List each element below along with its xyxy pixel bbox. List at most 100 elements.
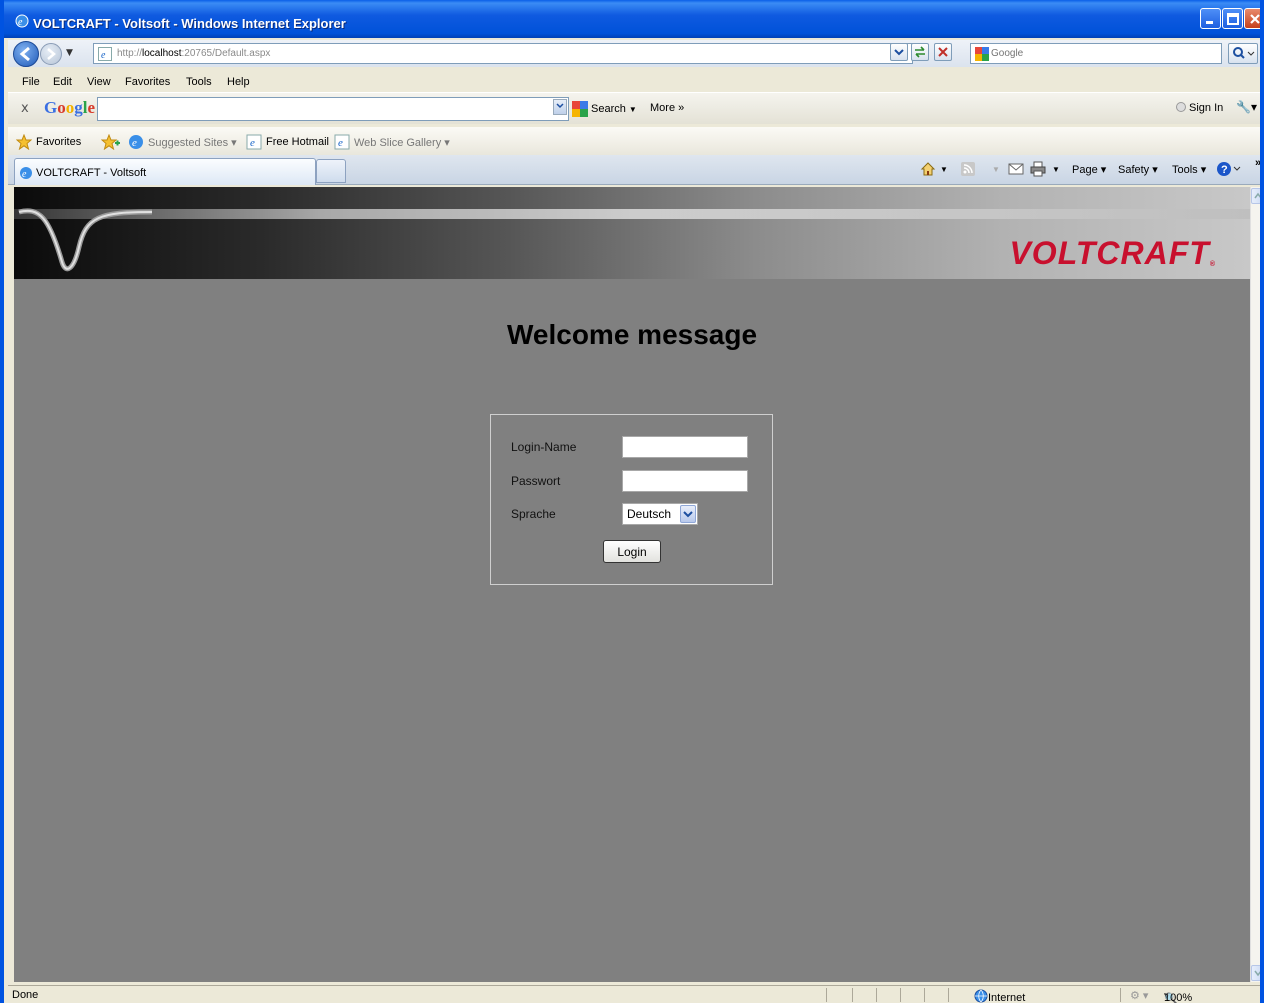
search-box[interactable] — [970, 43, 1222, 64]
menu-bar: File Edit View Favorites Tools Help — [8, 72, 1260, 92]
close-window-button[interactable] — [1244, 8, 1260, 29]
login-name-label: Login-Name — [511, 440, 577, 454]
favorites-bar: Favorites e Suggested Sites ▾ e Free Hot… — [8, 127, 1260, 155]
address-row: ▼ e http://localhost:20765/Default.aspx — [8, 40, 1260, 67]
google-logo: Google — [44, 98, 96, 117]
forward-arrow-icon — [47, 48, 56, 60]
google-search-field[interactable] — [97, 97, 569, 121]
menu-favorites[interactable]: Favorites — [125, 76, 170, 88]
protected-mode-icon[interactable]: ⚙ ▾ — [1130, 989, 1148, 1002]
status-divider — [900, 988, 901, 1002]
zoom-control[interactable]: 🔍 100% ▾ — [1164, 989, 1192, 1003]
status-divider — [852, 988, 853, 1002]
google-search-button[interactable]: Search ▼ — [572, 99, 637, 119]
mail-icon[interactable] — [1008, 162, 1024, 179]
search-input[interactable] — [991, 46, 1211, 61]
suggested-sites-link[interactable]: e Suggested Sites ▾ — [128, 134, 237, 150]
print-icon[interactable] — [1030, 161, 1046, 180]
web-slice-gallery-label: Web Slice Gallery ▾ — [354, 136, 450, 149]
ie-logo-icon: e — [129, 135, 143, 149]
sign-in-icon — [1176, 102, 1186, 112]
menu-edit[interactable]: Edit — [53, 76, 72, 88]
feeds-dropdown-icon[interactable]: ▼ — [992, 165, 1000, 174]
close-icon — [1250, 14, 1260, 24]
svg-text:e: e — [132, 137, 137, 149]
language-select[interactable]: Deutsch — [622, 503, 698, 525]
menu-help[interactable]: Help — [227, 76, 250, 88]
forward-button[interactable] — [40, 43, 62, 65]
security-zone-label: Internet — [988, 992, 1026, 1003]
banner-stripe — [14, 209, 1250, 219]
history-dropdown-icon[interactable]: ▼ — [66, 48, 73, 58]
tab-row: e VOLTCRAFT - Voltsoft ▼ ▼ ▼ Page ▾ Safe… — [8, 155, 1260, 185]
google-icon — [975, 47, 989, 61]
free-hotmail-label: Free Hotmail — [266, 136, 329, 148]
password-input[interactable] — [622, 470, 748, 492]
browser-window: e VOLTCRAFT - Voltsoft - Windows Interne… — [0, 0, 1264, 1003]
svg-text:e: e — [18, 17, 23, 28]
star-icon — [16, 134, 32, 150]
ie-page-icon: e — [246, 134, 262, 150]
svg-text:e: e — [338, 137, 343, 149]
favorites-button[interactable]: Favorites — [16, 134, 81, 150]
tab-label: VOLTCRAFT - Voltsoft — [36, 167, 147, 179]
page-content: VOLTCRAFT® Welcome message Login-Name Pa… — [14, 187, 1250, 982]
vertical-scrollbar[interactable] — [1250, 187, 1260, 982]
menu-tools[interactable]: Tools — [186, 76, 212, 88]
registered-mark: ® — [1209, 261, 1216, 268]
login-button[interactable]: Login — [603, 540, 661, 563]
wrench-icon[interactable]: 🔧▾ — [1236, 100, 1257, 114]
brand-name: VOLTCRAFT — [1009, 235, 1210, 271]
status-text: Done — [12, 989, 39, 1001]
chevron-down-icon — [894, 49, 904, 56]
web-slice-gallery-link[interactable]: e Web Slice Gallery ▾ — [334, 134, 450, 150]
scroll-down-button[interactable] — [1251, 965, 1260, 981]
new-tab-button[interactable] — [316, 159, 346, 183]
chevron-up-icon — [1254, 192, 1260, 199]
search-go-button[interactable] — [1228, 43, 1258, 64]
home-dropdown-icon[interactable]: ▼ — [940, 165, 948, 174]
stop-button[interactable] — [934, 43, 952, 61]
refresh-icon — [915, 46, 925, 58]
security-zone[interactable]: Internet — [974, 989, 1025, 1003]
add-favorite-icon — [101, 134, 120, 150]
tools-menu-button[interactable]: Tools ▾ — [1172, 163, 1206, 176]
chevron-down-icon[interactable] — [680, 505, 696, 523]
google-sign-in-button[interactable]: Sign In — [1176, 102, 1223, 114]
url-text[interactable]: http://localhost:20765/Default.aspx — [117, 48, 270, 59]
refresh-button[interactable] — [911, 43, 929, 61]
minimize-button[interactable] — [1200, 8, 1221, 29]
maximize-button[interactable] — [1222, 8, 1243, 29]
minimize-icon — [1206, 21, 1213, 24]
svg-text:e: e — [250, 137, 255, 149]
add-to-favorites-button[interactable] — [101, 134, 121, 150]
menu-file[interactable]: File — [22, 76, 40, 88]
status-divider — [924, 988, 925, 1002]
menu-view[interactable]: View — [87, 76, 111, 88]
google-search-dropdown[interactable] — [553, 99, 567, 115]
command-bar-overflow[interactable]: » — [1255, 157, 1260, 169]
page-menu-button[interactable]: Page ▾ — [1072, 163, 1106, 176]
feeds-icon[interactable] — [960, 161, 976, 180]
home-icon[interactable] — [920, 161, 936, 180]
voltcraft-logo: VOLTCRAFT® — [1009, 235, 1216, 272]
google-more-button[interactable]: More » — [650, 102, 684, 114]
voltcraft-wave-graphic — [18, 208, 153, 272]
back-button[interactable] — [13, 41, 39, 67]
toolbar-close-button[interactable]: x — [21, 101, 29, 116]
tab-voltcraft[interactable]: e VOLTCRAFT - Voltsoft — [14, 158, 316, 185]
caret-icon: ▼ — [628, 104, 637, 114]
safety-menu-button[interactable]: Safety ▾ — [1118, 163, 1158, 176]
google-search-label: Search — [591, 103, 626, 115]
help-icon[interactable]: ? — [1216, 161, 1242, 180]
scroll-up-button[interactable] — [1251, 188, 1260, 204]
status-divider — [826, 988, 827, 1002]
address-dropdown-button[interactable] — [890, 43, 908, 61]
language-label: Sprache — [511, 507, 556, 521]
login-name-input[interactable] — [622, 436, 748, 458]
svg-text:e: e — [101, 50, 106, 61]
address-bar[interactable]: e http://localhost:20765/Default.aspx — [93, 43, 913, 64]
print-dropdown-icon[interactable]: ▼ — [1052, 165, 1060, 174]
free-hotmail-link[interactable]: e Free Hotmail — [246, 134, 329, 150]
google-search-input[interactable] — [98, 98, 548, 118]
